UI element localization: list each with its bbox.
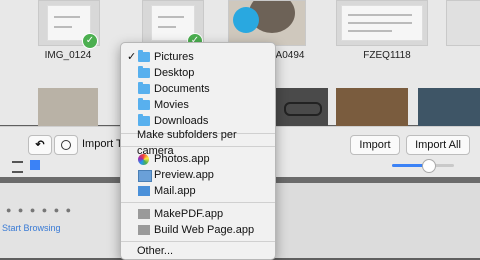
folder-icon	[138, 50, 150, 62]
import-button[interactable]: Import	[350, 135, 400, 155]
menu-item-build-web-page-app[interactable]: Build Web Page.app	[121, 222, 275, 238]
menu-item-movies[interactable]: Movies	[121, 97, 275, 113]
document-preview	[341, 5, 423, 41]
menu-item-documents[interactable]: Documents	[121, 81, 275, 97]
list-view-icon[interactable]	[12, 161, 23, 173]
photo-dark[interactable]	[274, 88, 328, 126]
menu-separator	[121, 146, 275, 147]
background-window-right	[273, 183, 480, 258]
menu-item-preview-app[interactable]: Preview.app	[121, 167, 275, 183]
rotate-button[interactable]: ↶	[28, 135, 52, 155]
photo-wall[interactable]	[38, 88, 98, 126]
menu-item-makepdf-app[interactable]: MakePDF.app	[121, 206, 275, 222]
thumbnail-right-edge[interactable]	[446, 0, 480, 46]
thumbnail-fzeq1118[interactable]	[336, 0, 428, 46]
delete-button[interactable]	[54, 135, 78, 155]
photo-room[interactable]	[336, 88, 408, 126]
menu-item-make-subfolders[interactable]: Make subfolders per camera	[121, 127, 275, 157]
delete-icon	[61, 140, 71, 151]
import-to-menu: ✓ Pictures Desktop Documents Movies Down…	[120, 42, 276, 260]
import-all-button[interactable]: Import All	[406, 135, 470, 155]
preview-app-icon	[138, 170, 152, 182]
folder-icon	[138, 66, 150, 78]
folder-icon	[138, 98, 150, 110]
menu-item-mail-app[interactable]: Mail.app	[121, 183, 275, 199]
photos-app-icon	[138, 154, 149, 165]
thumbnail-caption: IMG_0124	[44, 50, 92, 61]
zoom-slider-knob[interactable]	[422, 159, 436, 173]
menu-item-photos-app[interactable]: Photos.app	[121, 151, 275, 167]
thumbnail-caption: FZEQ1118	[363, 50, 411, 61]
menu-item-pictures[interactable]: ✓ Pictures	[121, 49, 275, 65]
checkmark-icon: ✓	[127, 51, 137, 63]
page-dots: ● ● ● ● ● ●	[6, 205, 74, 215]
zoom-slider-fill	[392, 164, 426, 167]
menu-item-other[interactable]: Other...	[121, 243, 275, 259]
photo-people[interactable]	[418, 88, 480, 126]
thumbnail-caption: A0494	[275, 50, 305, 61]
grid-view-icon[interactable]	[30, 160, 40, 170]
blue-sticker	[233, 7, 259, 33]
start-browsing-link[interactable]: Start Browsing	[2, 223, 61, 233]
automator-app-icon	[138, 225, 150, 235]
menu-separator	[121, 202, 275, 203]
menu-separator	[121, 241, 275, 242]
glasses-image	[284, 102, 322, 116]
folder-icon	[138, 82, 150, 94]
background-window: ● ● ● ● ● ● Start Browsing	[0, 183, 130, 258]
automator-app-icon	[138, 209, 150, 219]
selected-check-icon: ✓	[82, 33, 98, 49]
rotate-icon: ↶	[35, 139, 45, 151]
mail-app-icon	[138, 186, 150, 196]
zoom-slider[interactable]	[392, 159, 454, 173]
menu-item-desktop[interactable]: Desktop	[121, 65, 275, 81]
thumbnail-a0494[interactable]	[228, 0, 306, 46]
folder-icon	[138, 114, 150, 126]
